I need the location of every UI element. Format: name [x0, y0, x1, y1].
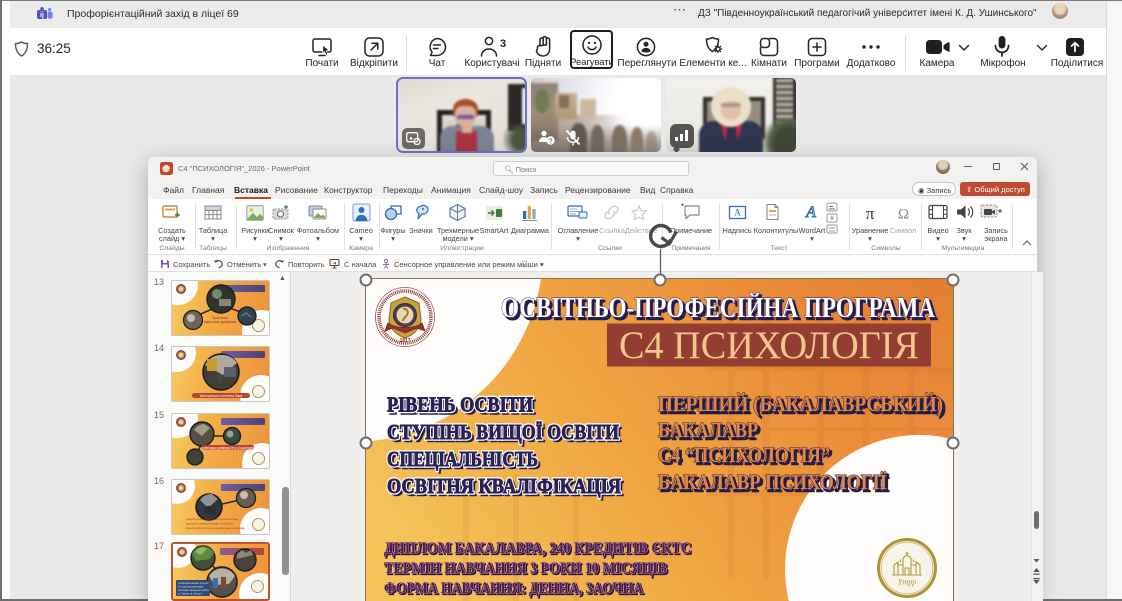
svg-text:СПЕЦІАЛЬНІСТЬ: СПЕЦІАЛЬНІСТЬ: [387, 447, 538, 471]
svg-text:БАКАЛАВР: БАКАЛАВР: [658, 418, 758, 442]
svg-text:ij: ij: [40, 12, 44, 19]
svg-text:ПЕРШИЙ (БАКАЛАВРСЬКИЙ): ПЕРШИЙ (БАКАЛАВРСЬКИЙ): [658, 392, 943, 416]
svg-text:?: ?: [548, 136, 552, 145]
svg-text:ТЕРМІН НАВЧАННЯ 3 РОКИ 10 МІСЯ: ТЕРМІН НАВЧАННЯ 3 РОКИ 10 МІСЯЦІВ: [384, 560, 667, 577]
svg-text:РІВЕНЬ ОСВІТИ: РІВЕНЬ ОСВІТИ: [387, 393, 533, 417]
svg-text:ДИПЛОМ БАКАЛАВРА, 240 КРЕДИТІВ: ДИПЛОМ БАКАЛАВРА, 240 КРЕДИТІВ ЄКТС: [384, 540, 691, 557]
svg-text:С4 ПСИХОЛОГІЯ: С4 ПСИХОЛОГІЯ: [619, 324, 919, 367]
svg-text:ОСВІТНЬО-ПРОФЕСІЙНА ПРОГРАМА: ОСВІТНЬО-ПРОФЕСІЙНА ПРОГРАМА: [501, 291, 935, 324]
svg-text:СТУПІНЬ ВИЩОЇ ОСВІТИ: СТУПІНЬ ВИЩОЇ ОСВІТИ: [387, 420, 619, 444]
svg-text:1817: 1817: [399, 338, 410, 344]
svg-text:ОСВІТНЯ КВАЛІФІКАЦІЯ: ОСВІТНЯ КВАЛІФІКАЦІЯ: [387, 474, 621, 498]
svg-text:ФОРМА НАВЧАННЯ: ДЕННА, ЗАОЧНА: ФОРМА НАВЧАННЯ: ДЕННА, ЗАОЧНА: [384, 580, 643, 597]
svg-text:С4 “ПСИХОЛОГІЯ”: С4 “ПСИХОЛОГІЯ”: [658, 443, 830, 467]
svg-text:Ympp: Ympp: [898, 578, 916, 587]
svg-text:БАКАЛАВР ПСИХОЛОГІЇ: БАКАЛАВР ПСИХОЛОГІЇ: [658, 470, 887, 494]
